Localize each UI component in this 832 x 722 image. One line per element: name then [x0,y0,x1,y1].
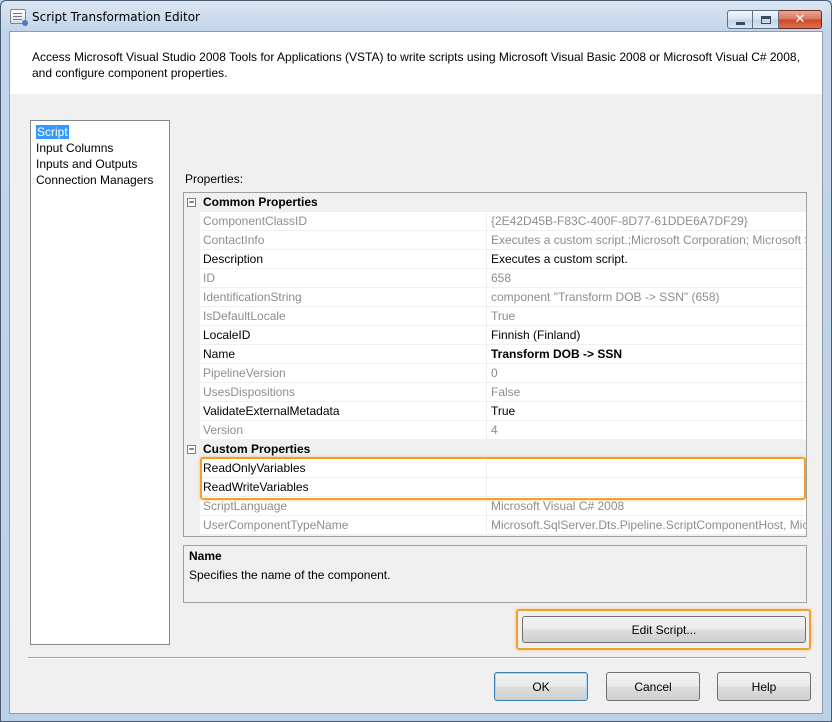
collapse-toggle-icon[interactable]: − [187,198,196,207]
property-value[interactable]: Executes a custom script. [488,250,806,268]
property-value[interactable] [488,478,806,496]
property-value[interactable]: Transform DOB -> SSN [488,345,806,363]
property-name: ReadOnlyVariables [200,459,487,477]
property-name: PipelineVersion [200,364,487,382]
property-row[interactable]: ValidateExternalMetadata True [200,402,806,421]
property-value: Executes a custom script.;Microsoft Corp… [491,233,806,247]
edit-script-highlight: Edit Script... [516,609,811,650]
property-description-panel: Name Specifies the name of the component… [183,545,807,603]
property-value: component "Transform DOB -> SSN" (658) [491,290,720,304]
property-row[interactable]: LocaleID Finnish (Finland) [200,326,806,345]
close-button[interactable]: ✕ [779,10,822,29]
property-name: UserComponentTypeName [200,516,487,534]
property-value[interactable]: Finnish (Finland) [488,326,806,344]
property-row[interactable]: Version 4 [200,421,806,440]
caption-buttons: ✕ [727,10,822,30]
property-row[interactable]: ReadWriteVariables [200,478,806,497]
minimize-button[interactable] [727,10,753,29]
title-bar[interactable]: Script Transformation Editor ✕ [1,1,831,31]
property-name: ComponentClassID [200,212,487,230]
property-value[interactable]: True [488,402,806,420]
dialog-client-area: Access Microsoft Visual Studio 2008 Tool… [9,31,823,714]
divider [28,657,806,659]
maximize-button[interactable] [753,10,779,29]
property-row[interactable]: Description Executes a custom script. [200,250,806,269]
nav-item-label: Connection Managers [36,173,154,187]
property-row[interactable]: ID 658 [200,269,806,288]
property-value: Microsoft Visual C# 2008 [491,499,625,513]
property-name: IdentificationString [200,288,487,306]
nav-item-inputs-and-outputs[interactable]: Inputs and Outputs [31,156,169,172]
property-category: − Common Properties [184,193,806,212]
property-value: Microsoft.SqlServer.Dts.Pipeline.ScriptC… [491,518,806,532]
category-name: Custom Properties [203,442,311,456]
property-name: ID [200,269,487,287]
property-category: − Custom Properties [184,440,806,459]
property-name: Description [200,250,487,268]
property-value: 658 [491,271,512,285]
property-value: 4 [491,423,498,437]
help-title: Name [189,549,222,563]
property-name: Name [200,345,487,363]
property-name: LocaleID [200,326,487,344]
property-row[interactable]: UserComponentTypeName Microsoft.SqlServer… [200,516,806,535]
property-row[interactable]: IsDefaultLocale True [200,307,806,326]
help-text: Specifies the name of the component. [189,568,391,582]
cancel-button[interactable]: Cancel [606,672,700,701]
property-name: IsDefaultLocale [200,307,487,325]
category-name: Common Properties [203,195,318,209]
nav-item-label: Inputs and Outputs [36,157,138,171]
dialog-header: Access Microsoft Visual Studio 2008 Tool… [10,32,822,94]
nav-item-script[interactable]: Script [31,124,169,140]
property-value[interactable] [488,459,806,477]
property-name: Version [200,421,487,439]
minimize-icon [735,21,745,25]
property-name: ReadWriteVariables [200,478,487,496]
dialog-window: Script Transformation Editor ✕ Access Mi… [0,0,832,722]
nav-item-input-columns[interactable]: Input Columns [31,140,169,156]
properties-label: Properties: [185,172,244,186]
property-value: 0 [491,366,498,380]
property-value: True [491,309,516,323]
property-name: ContactInfo [200,231,487,249]
script-editor-icon [10,9,28,26]
property-row[interactable]: ScriptLanguage Microsoft Visual C# 2008 [200,497,806,516]
page-navigation-list: Script Input Columns Inputs and Outputs Con… [30,120,170,645]
nav-item-label: Input Columns [36,141,114,155]
window-title: Script Transformation Editor [32,10,200,24]
maximize-icon [760,15,771,24]
property-name: UsesDispositions [200,383,487,401]
property-name: ValidateExternalMetadata [200,402,487,420]
nav-item-connection-managers[interactable]: Connection Managers [31,172,169,188]
nav-item-label: Script [36,125,69,139]
property-row[interactable]: ComponentClassID {2E42D45B-F83C-400F-8D77… [200,212,806,231]
close-icon: ✕ [794,12,806,27]
property-row[interactable]: ContactInfo Executes a custom script.;Mic… [200,231,806,250]
property-name: ScriptLanguage [200,497,487,515]
property-row[interactable]: UsesDispositions False [200,383,806,402]
edit-script-button[interactable]: Edit Script... [522,616,806,643]
property-grid: − Common Properties ComponentClassID {2E42D… [183,192,807,537]
dialog-description: Access Microsoft Visual Studio 2008 Tool… [32,50,800,80]
property-value: {2E42D45B-F83C-400F-8D77-61DDE6A7DF29} [491,214,748,228]
collapse-toggle-icon[interactable]: − [187,445,196,454]
property-row[interactable]: Name Transform DOB -> SSN [200,345,806,364]
property-row[interactable]: PipelineVersion 0 [200,364,806,383]
property-value: False [491,385,521,399]
property-row[interactable]: IdentificationString component "Transform… [200,288,806,307]
property-row[interactable]: ReadOnlyVariables [200,459,806,478]
help-button[interactable]: Help [717,672,811,701]
ok-button[interactable]: OK [494,672,588,701]
